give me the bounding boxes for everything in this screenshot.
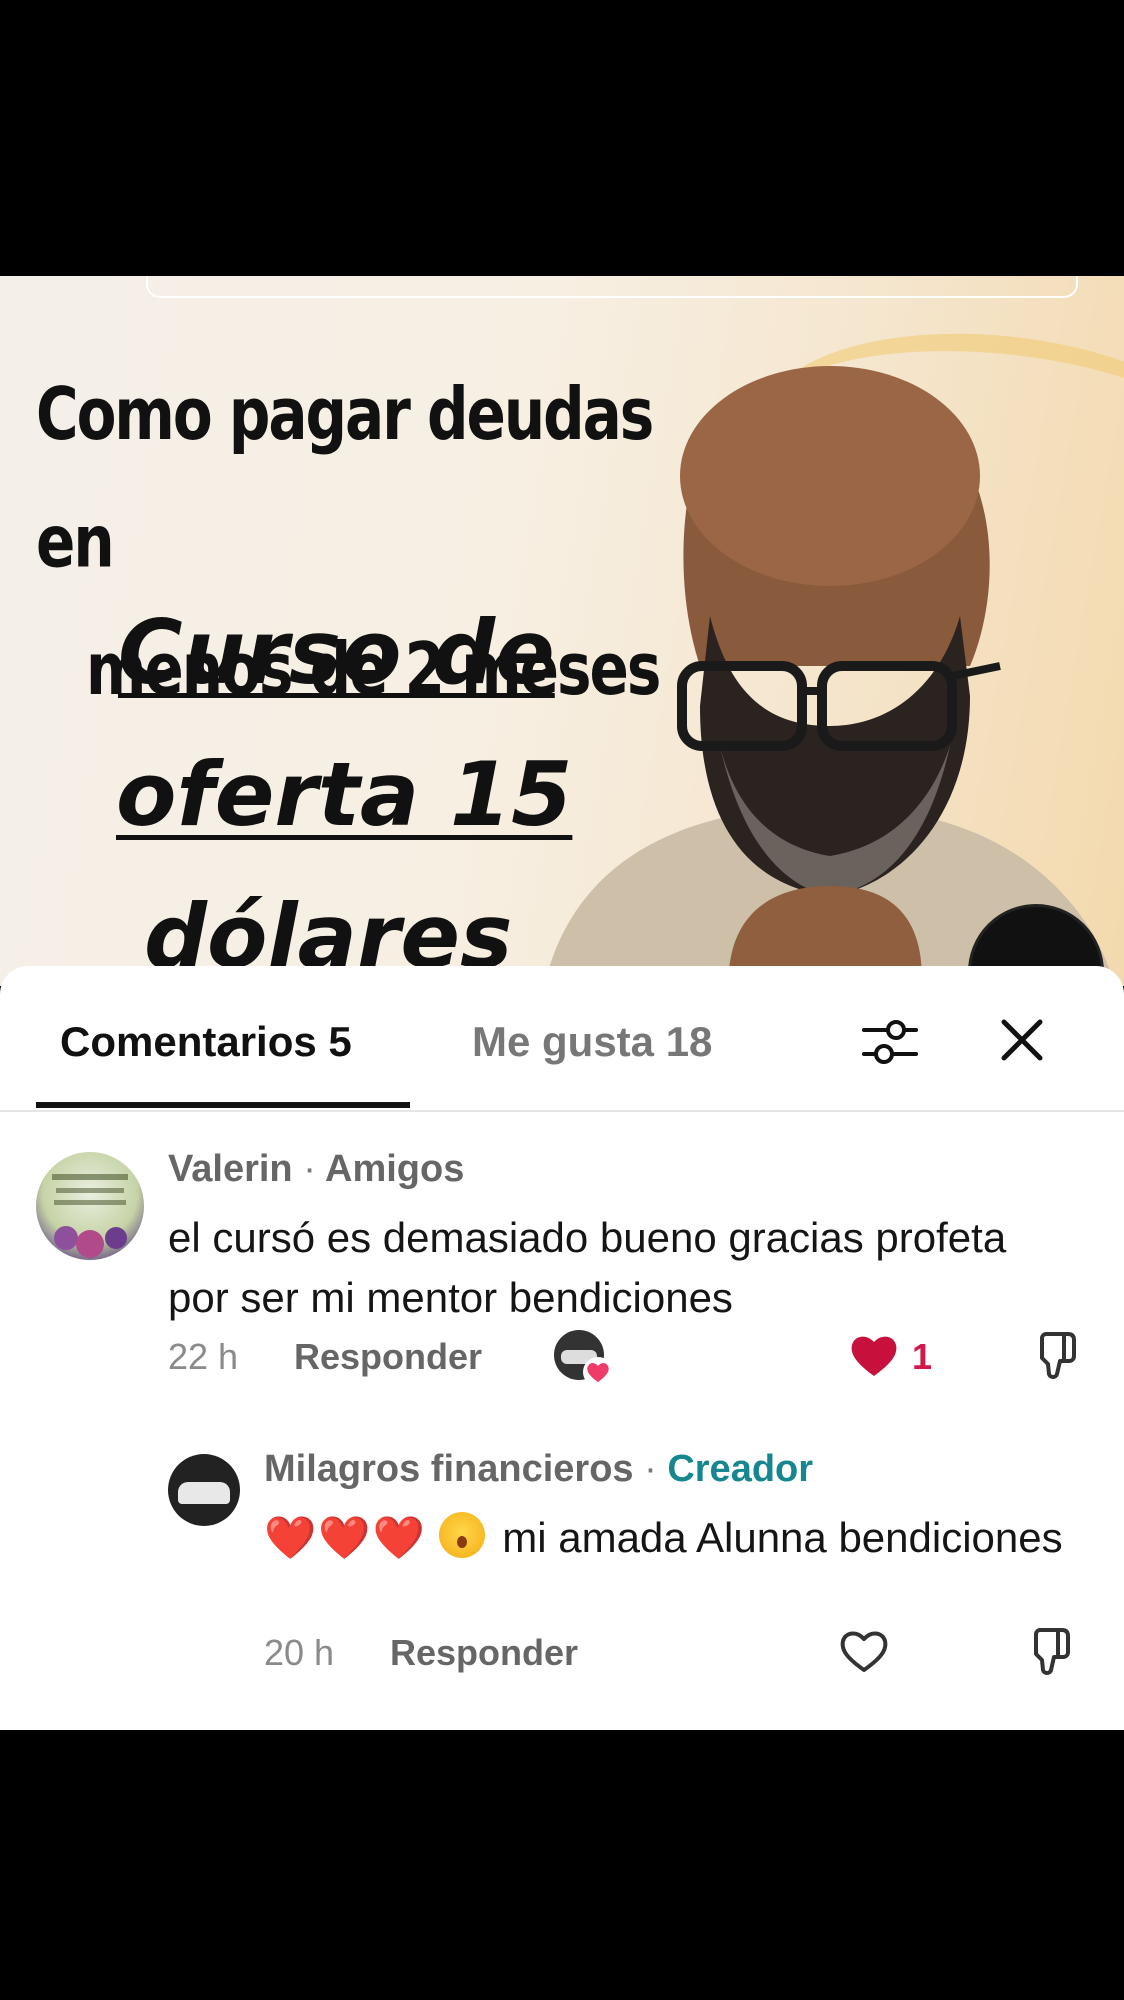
sheet-tabs: Comentarios 5 Me gusta 18 xyxy=(0,966,1124,1112)
car-image xyxy=(178,1482,230,1504)
comment-meta: 20 h Responder xyxy=(264,1628,1084,1692)
author-name[interactable]: Milagros financieros xyxy=(264,1448,634,1490)
avatar[interactable] xyxy=(168,1454,240,1526)
heart-icon[interactable] xyxy=(846,1326,902,1382)
video-thumbnail[interactable]: Como pagar deudas en menos de 2 meses Cu… xyxy=(0,276,1124,986)
heart-emojis: ❤️❤️❤️ xyxy=(264,1514,427,1561)
friends-tag: Amigos xyxy=(325,1148,465,1190)
creator-tag: Creador xyxy=(667,1448,814,1490)
tab-comments[interactable]: Comentarios 5 xyxy=(60,1018,352,1066)
comments-sheet: Comentarios 5 Me gusta 18 Valerin · Amig… xyxy=(0,966,1124,1730)
comment-text: el cursó es demasiado bueno gracias prof… xyxy=(168,1214,1007,1321)
author-name[interactable]: Valerin xyxy=(168,1148,293,1190)
bottom-black-bar xyxy=(0,1730,1124,2000)
promo-line2: oferta 15 xyxy=(116,743,573,846)
presenter-image xyxy=(544,366,1115,986)
separator-dot: · xyxy=(303,1148,316,1190)
top-black-bar xyxy=(0,0,1124,276)
thumbs-down-icon[interactable] xyxy=(1018,1622,1074,1678)
promo-line1: Curso de xyxy=(118,601,555,704)
comment-time: 20 h xyxy=(264,1632,335,1673)
close-icon[interactable] xyxy=(996,1014,1048,1066)
active-tab-indicator xyxy=(36,1102,410,1108)
reply-button[interactable]: Responder xyxy=(294,1336,482,1378)
comment-text: ❤️❤️❤️ mi amada Alunna bendiciones xyxy=(264,1508,1064,1568)
face-with-open-eyes-and-hand-over-mouth-emoji xyxy=(438,1512,485,1558)
comment-text-body: mi amada Alunna bendiciones xyxy=(502,1514,1063,1561)
filter-sliders-icon[interactable] xyxy=(858,1010,922,1074)
avatar-image xyxy=(52,1174,128,1258)
course-promo-text: Curso de oferta 15 dólares xyxy=(116,582,573,986)
video-top-frame xyxy=(146,276,1078,298)
reply-button[interactable]: Responder xyxy=(390,1632,578,1674)
like-count: 1 xyxy=(912,1336,933,1377)
creator-heart-icon xyxy=(583,1357,613,1387)
comment-author[interactable]: Valerin · Amigos xyxy=(168,1148,464,1191)
tab-likes[interactable]: Me gusta 18 xyxy=(472,1018,712,1066)
separator-dot: · xyxy=(644,1448,657,1490)
comment-meta: 22 h Responder 1 xyxy=(168,1330,1088,1396)
thumbs-down-icon[interactable] xyxy=(1024,1326,1080,1382)
comment-time: 22 h xyxy=(168,1336,239,1377)
avatar[interactable] xyxy=(36,1152,144,1260)
heart-outline-icon[interactable] xyxy=(836,1622,892,1678)
comment-author[interactable]: Milagros financieros · Creador xyxy=(264,1448,813,1491)
